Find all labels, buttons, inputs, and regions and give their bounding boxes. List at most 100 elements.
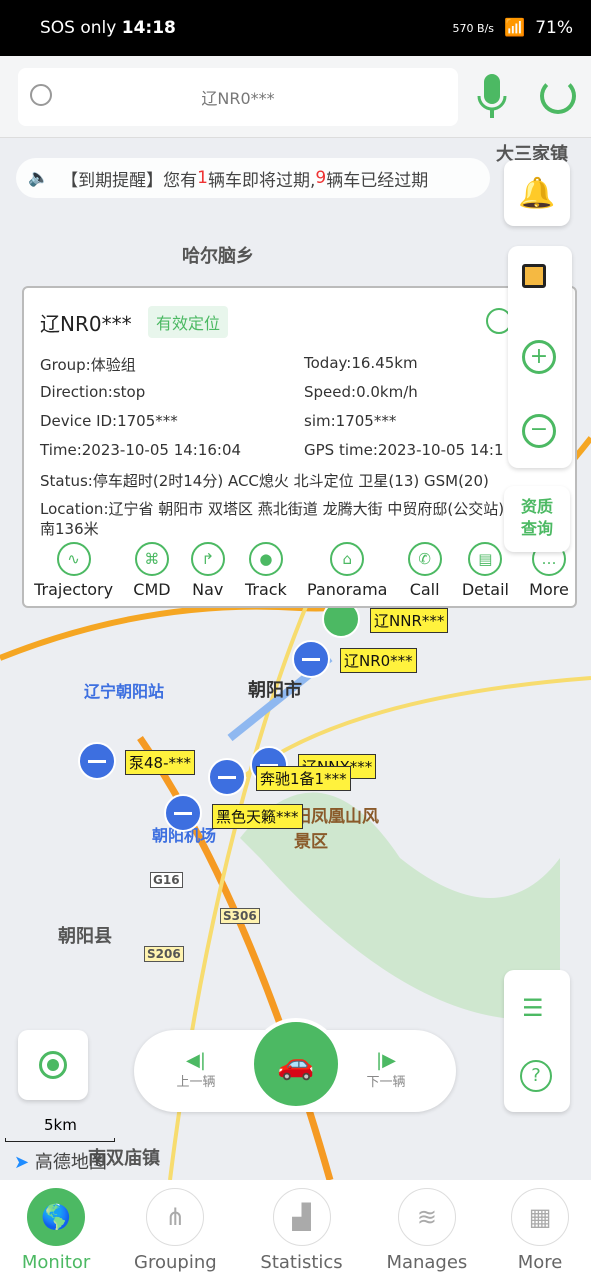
action-label: Nav — [192, 580, 224, 599]
locate-button[interactable] — [18, 1030, 88, 1100]
carrier: SOS only — [40, 18, 117, 38]
next-label: 下一辆 — [366, 1075, 406, 1090]
help-icon[interactable]: ? — [520, 1060, 552, 1092]
soon-count: 1 — [197, 168, 208, 188]
road-sign: G16 — [150, 872, 183, 888]
gps-time: GPS time:2023-10-05 14:15:40 — [304, 441, 504, 459]
search-input[interactable]: 辽NR0*** — [18, 68, 458, 126]
notice-text: 【到期提醒】您有 — [61, 170, 198, 191]
action-panorama[interactable]: ⌂ Panorama — [307, 542, 387, 599]
action-detail[interactable]: ▤ Detail — [462, 542, 509, 599]
navigation-icon: ↱ — [190, 542, 225, 576]
panorama-icon: ⌂ — [330, 542, 365, 576]
qualification-query-button[interactable]: 资质查询 — [504, 486, 570, 552]
vehicle-list-button[interactable]: 🚗 — [250, 1018, 342, 1110]
tab-monitor[interactable]: 🌎 Monitor — [22, 1188, 90, 1280]
time: Time:2023-10-05 14:16:04 — [40, 441, 242, 459]
expiry-notice[interactable]: 🔈 【到期提醒】您有 1 辆车即将过期, 9 辆车已经过期 — [16, 158, 490, 198]
tab-manages[interactable]: ≋ Manages — [386, 1188, 467, 1280]
sim: sim:1705*** — [304, 412, 397, 430]
header: 辽NR0*** — [0, 56, 591, 138]
previous-icon: ◀| — [186, 1050, 206, 1071]
tab-grouping[interactable]: ⋔ Grouping — [134, 1188, 217, 1280]
side-tools-bottom: ☰ ? — [504, 970, 570, 1112]
layers-icon: ≋ — [397, 1188, 456, 1246]
plate-label[interactable]: 辽NR0*** — [340, 648, 417, 673]
search-icon — [30, 84, 52, 106]
action-label: CMD — [133, 580, 171, 599]
road-sign: S206 — [144, 946, 184, 962]
tab-label: Monitor — [21, 1252, 91, 1273]
bottom-nav: 🌎 Monitor ⋔ Grouping ▟ Statistics ≋ Manages ▦ Mor… — [0, 1180, 591, 1280]
action-bar: ∿ Trajectory ⌘ CMD ↱ Nav ● Track ⌂ Panorama ✆ Call ▤… — [24, 542, 579, 599]
car-icon: 🚗 — [277, 1046, 315, 1082]
previous-label: 上一辆 — [176, 1075, 216, 1090]
road-sign: S306 — [220, 908, 260, 924]
map-label: 辽宁朝阳站 — [84, 682, 165, 701]
plate-label[interactable]: 黑色天籁*** — [212, 804, 303, 829]
action-call[interactable]: ✆ Call — [407, 542, 442, 599]
tab-label: Grouping — [134, 1252, 217, 1273]
vehicle-plate: 辽NR0*** — [40, 312, 132, 336]
vehicle-marker[interactable] — [78, 742, 116, 780]
globe-icon: 🌎 — [27, 1188, 86, 1246]
tab-statistics[interactable]: ▟ Statistics — [260, 1188, 343, 1280]
zoom-out-icon[interactable]: − — [522, 414, 556, 448]
notice-text: 辆车即将过期, — [208, 170, 316, 191]
scale-bar — [5, 1138, 115, 1142]
scale-label: 5km — [44, 1116, 77, 1134]
direction: Direction:stop — [40, 383, 146, 401]
map[interactable]: 哈尔脑乡 朝阳市 辽宁朝阳站 朝阳机场 朝阳县 阳凤凰山风景区 大三家镇 南双庙… — [0, 138, 591, 1180]
today-mileage: Today:16.45km — [304, 354, 418, 372]
map-label: 朝阳县 — [58, 926, 112, 947]
plate-label[interactable]: 辽NNR*** — [370, 608, 449, 633]
net-speed: 570 B/s — [452, 21, 495, 35]
previous-vehicle-button[interactable]: ◀| 上一辆 — [166, 1050, 226, 1090]
action-track[interactable]: ● Track — [245, 542, 287, 599]
plate-label[interactable]: 泵48-*** — [125, 750, 195, 775]
hierarchy-icon: ⋔ — [146, 1188, 205, 1246]
microphone-icon[interactable] — [476, 72, 508, 122]
locate-icon — [39, 1051, 67, 1079]
status-bar: SOS only 14:18 570 B/s 📶 71% — [0, 0, 591, 56]
detail-icon: ▤ — [468, 542, 503, 576]
tab-label: More — [517, 1252, 563, 1273]
favorites-list-icon[interactable]: ☰ — [522, 994, 544, 1022]
action-label: More — [529, 580, 569, 599]
plate-label[interactable]: 奔驰1备1*** — [256, 766, 351, 791]
map-label: 朝阳市 — [248, 680, 302, 701]
action-cmd[interactable]: ⌘ CMD — [133, 542, 171, 599]
status-badge: 有效定位 — [148, 306, 229, 338]
action-label: Trajectory — [34, 580, 114, 599]
notice-text: 辆车已经过期 — [326, 170, 429, 191]
map-label: 阳凤凰山风景区 — [294, 807, 379, 852]
action-label: Track — [244, 580, 287, 599]
next-vehicle-button[interactable]: |▶ 下一辆 — [356, 1050, 416, 1090]
refresh-icon[interactable] — [540, 78, 576, 114]
zoom-in-icon[interactable]: + — [522, 340, 556, 374]
location: Location:辽宁省 朝阳市 双塔区 燕北街道 龙腾大街 中贸府邸(公交站)… — [40, 500, 505, 538]
bell-icon: 🔔 — [518, 175, 556, 211]
vehicle-marker[interactable] — [164, 794, 202, 832]
tab-label: Manages — [386, 1252, 468, 1273]
map-brand-logo: ➤ 高德地图 — [14, 1148, 107, 1174]
phone-icon: ✆ — [407, 542, 442, 576]
battery: 71% — [535, 18, 573, 38]
layers-icon[interactable] — [522, 264, 546, 288]
wifi-icon: 📶 — [504, 18, 526, 38]
amap-logo-icon: ➤ — [14, 1152, 30, 1173]
action-nav[interactable]: ↱ Nav — [190, 542, 225, 599]
action-label: Panorama — [307, 580, 388, 599]
vehicle-marker[interactable] — [292, 640, 330, 678]
vehicle-marker[interactable] — [208, 758, 246, 796]
action-label: Call — [409, 580, 440, 599]
speed: Speed:0.0km/h — [304, 383, 418, 401]
clock: 14:18 — [121, 18, 176, 38]
bell-button[interactable]: 🔔 — [504, 160, 570, 226]
vehicle-info-card: 辽NR0*** 有效定位 Group:体验组 Today:16.45km Dir… — [22, 286, 577, 608]
map-brand: 高德地图 — [34, 1152, 107, 1173]
tab-more[interactable]: ▦ More — [511, 1188, 570, 1280]
action-trajectory[interactable]: ∿ Trajectory — [34, 542, 113, 599]
device-id: Device ID:1705*** — [40, 412, 178, 430]
speaker-icon: 🔈 — [28, 168, 50, 188]
